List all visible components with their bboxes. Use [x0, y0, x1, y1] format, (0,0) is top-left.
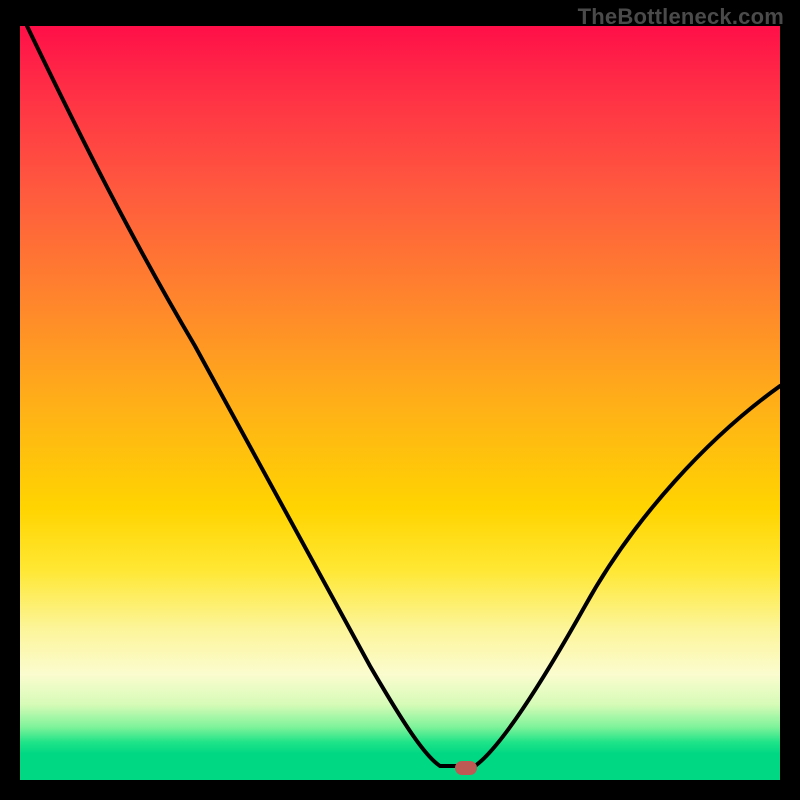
- bottleneck-curve: [20, 26, 780, 780]
- chart-frame: TheBottleneck.com: [0, 0, 800, 800]
- watermark-text: TheBottleneck.com: [578, 4, 784, 30]
- curve-path: [27, 26, 780, 766]
- optimal-point-marker: [455, 761, 477, 775]
